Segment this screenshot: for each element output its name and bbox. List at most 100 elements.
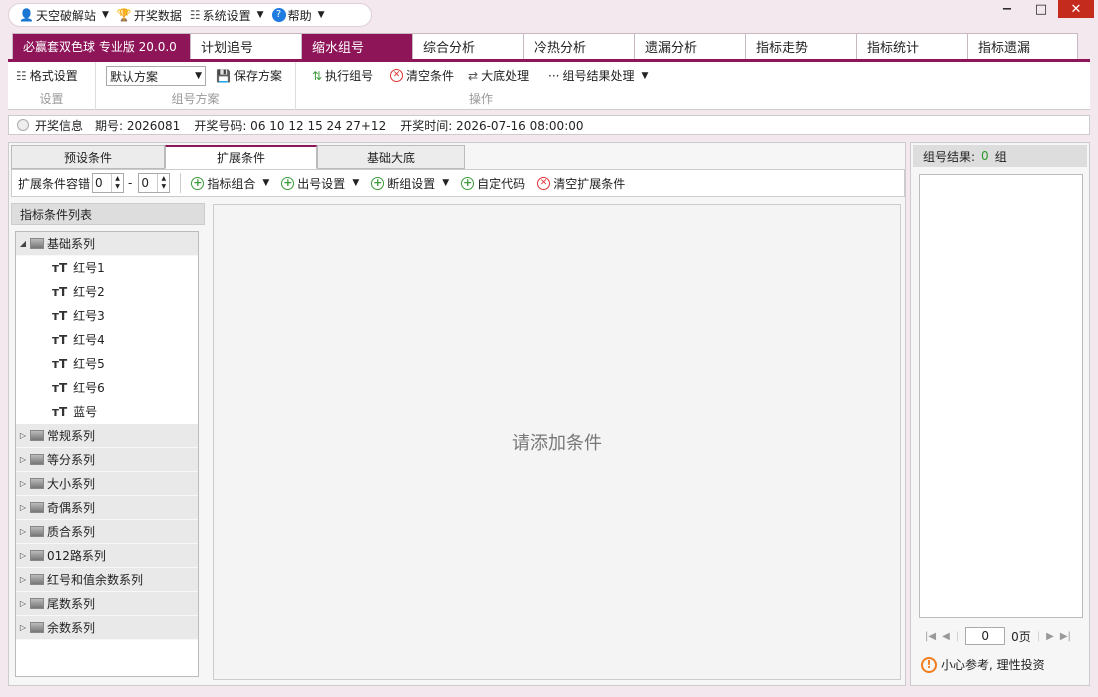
result-list[interactable] <box>919 174 1083 618</box>
text-icon: ᴛT <box>52 332 68 347</box>
tree-item[interactable]: ᴛT 红号3 <box>16 304 198 328</box>
main-tabs: 必赢套双色球 专业版 20.0.0 计划追号 缩水组号 综合分析 冷热分析 遗漏… <box>12 33 1080 60</box>
folder-icon <box>30 550 44 561</box>
output-settings-button[interactable]: + 出号设置 ▼ <box>281 175 359 192</box>
conditions-area[interactable]: 请添加条件 <box>213 204 901 680</box>
more-icon: ··· <box>548 68 560 83</box>
tree-group[interactable]: ▷ 等分系列 <box>16 448 198 472</box>
first-page-icon[interactable]: |◀ <box>925 631 936 642</box>
tree-group[interactable]: ▷ 余数系列 <box>16 616 198 640</box>
group-label: 组号方案 <box>171 92 220 106</box>
toolbar: ☷ 格式设置 设置 默认方案 ▼ 💾 保存方案 组号方案 ⇅ 执行组号 ✕ 清空条件 ⇄ 大… <box>8 62 1090 110</box>
custom-code-button[interactable]: + 自定代码 <box>461 175 525 192</box>
tree-item[interactable]: ᴛT 红号1 <box>16 256 198 280</box>
user-icon: 👤 <box>19 8 34 22</box>
chevron-down-icon: ▼ <box>195 71 202 81</box>
tree-group[interactable]: ▷ 尾数系列 <box>16 592 198 616</box>
trophy-icon: 🏆 <box>116 8 132 22</box>
chevron-down-icon: ▼ <box>256 10 264 20</box>
tab-preset[interactable]: 预设条件 <box>11 145 165 169</box>
tab-plan[interactable]: 计划追号 <box>190 33 301 60</box>
tree-group[interactable]: ▷ 质合系列 <box>16 520 198 544</box>
folder-icon <box>30 430 44 441</box>
dadi-button[interactable]: ⇄ 大底处理 <box>468 67 529 84</box>
text-icon: ᴛT <box>52 356 68 371</box>
tree-group-basic[interactable]: ◢ 基础系列 <box>16 232 198 256</box>
plus-icon: + <box>191 175 205 190</box>
tab-indicator-stats[interactable]: 指标统计 <box>856 33 967 60</box>
info-label: 开奖信息 <box>35 118 84 133</box>
clear-icon: ✕ <box>390 69 403 82</box>
chevron-down-icon: ▼ <box>262 178 270 188</box>
tab-product[interactable]: 必赢套双色球 专业版 20.0.0 <box>12 33 190 60</box>
menu-system-settings[interactable]: ☷ 系统设置 ▼ <box>190 7 264 24</box>
result-header: 组号结果: 0 组 <box>913 145 1087 167</box>
tolerance-from[interactable]: 0 ▲ ▼ <box>92 173 125 193</box>
close-button[interactable]: ✕ <box>1058 0 1094 18</box>
folder-icon <box>30 238 44 249</box>
scheme-select[interactable]: 默认方案 ▼ <box>106 66 206 86</box>
clear-conditions-button[interactable]: ✕ 清空条件 <box>390 67 454 84</box>
text-icon: ᴛT <box>52 380 68 395</box>
collapsed-icon: ▷ <box>19 431 27 440</box>
result-process-button[interactable]: ··· 组号结果处理 ▼ <box>548 67 648 84</box>
tree-item[interactable]: ᴛT 红号5 <box>16 352 198 376</box>
tab-base[interactable]: 基础大底 <box>317 145 465 169</box>
maximize-button[interactable]: □ <box>1024 0 1058 18</box>
folder-icon <box>30 622 44 633</box>
extended-options: 扩展条件容错 0 ▲ ▼ - 0 ▲ ▼ + 指标组合 ▼ + 出号设置 ▼ + 断组设置 ▼ + 自… <box>11 169 905 197</box>
last-page-icon[interactable]: ▶| <box>1060 631 1071 642</box>
chevron-down-icon: ▼ <box>641 70 649 81</box>
collapsed-icon: ▷ <box>19 503 27 512</box>
indicator-combo-button[interactable]: + 指标组合 ▼ <box>191 175 269 192</box>
menu-lottery-data[interactable]: 🏆 开奖数据 <box>117 7 182 24</box>
issue-number: 期号: 2026081 <box>95 118 181 133</box>
minimize-button[interactable]: − <box>990 0 1024 18</box>
next-page-icon[interactable]: ▶ <box>1046 631 1054 642</box>
radio-icon[interactable] <box>17 119 29 131</box>
group-label: 操作 <box>468 92 493 106</box>
tab-omission[interactable]: 遗漏分析 <box>634 33 745 60</box>
execute-button[interactable]: ⇅ 执行组号 <box>312 67 373 84</box>
divider <box>180 173 182 193</box>
result-panel: 组号结果: 0 组 |◀ ◀ | 0 0页 | ▶ ▶| ! 小心参考, 理性投… <box>910 142 1090 686</box>
tree-group[interactable]: ▷ 大小系列 <box>16 472 198 496</box>
tab-extended[interactable]: 扩展条件 <box>165 145 317 169</box>
tree-item[interactable]: ᴛT 红号2 <box>16 280 198 304</box>
tolerance-label: 扩展条件容错 <box>18 176 91 191</box>
tab-comprehensive[interactable]: 综合分析 <box>412 33 523 60</box>
format-settings-button[interactable]: ☷ 格式设置 <box>16 67 78 84</box>
indicator-list-header: 指标条件列表 <box>11 203 205 225</box>
menu-site[interactable]: 👤 天空破解站 ▼ <box>19 7 109 24</box>
tab-indicator-omission[interactable]: 指标遗漏 <box>967 33 1078 60</box>
plus-icon: + <box>461 175 475 190</box>
tree-group[interactable]: ▷ 红号和值余数系列 <box>16 568 198 592</box>
page-input[interactable]: 0 <box>965 627 1006 645</box>
tab-hot-cold[interactable]: 冷热分析 <box>523 33 634 60</box>
tab-reduce-group[interactable]: 缩水组号 <box>301 33 412 60</box>
tolerance-to[interactable]: 0 ▲ ▼ <box>138 173 171 193</box>
tree-group[interactable]: ▷ 常规系列 <box>16 424 198 448</box>
clear-extended-button[interactable]: ✕ 清空扩展条件 <box>537 175 625 192</box>
tree-item[interactable]: ᴛT 红号6 <box>16 376 198 400</box>
tree-item[interactable]: ᴛT 蓝号 <box>16 400 198 424</box>
tree-group[interactable]: ▷ 奇偶系列 <box>16 496 198 520</box>
tab-indicator-trend[interactable]: 指标走势 <box>745 33 856 60</box>
folder-icon <box>30 598 44 609</box>
save-scheme-button[interactable]: 💾 保存方案 <box>216 67 282 84</box>
group-label: 设置 <box>39 92 64 106</box>
collapsed-icon: ▷ <box>19 479 27 488</box>
tree-group[interactable]: ▷ 012路系列 <box>16 544 198 568</box>
menu-help[interactable]: ? 帮助 ▼ <box>271 7 325 24</box>
chevron-down-icon: ▼ <box>101 10 109 20</box>
text-icon: ᴛT <box>52 308 68 323</box>
break-settings-button[interactable]: + 断组设置 ▼ <box>371 175 449 192</box>
folder-icon <box>30 574 44 585</box>
spin-icon[interactable]: ▲ ▼ <box>157 174 169 192</box>
spin-icon[interactable]: ▲ ▼ <box>111 174 123 192</box>
prev-page-icon[interactable]: ◀ <box>942 631 950 642</box>
conditions-panel: 预设条件 扩展条件 基础大底 扩展条件容错 0 ▲ ▼ - 0 ▲ ▼ + 指标组合 ▼ +… <box>8 142 906 686</box>
result-count: 0 <box>981 149 989 163</box>
total-pages: 0页 <box>1011 629 1031 644</box>
tree-item[interactable]: ᴛT 红号4 <box>16 328 198 352</box>
